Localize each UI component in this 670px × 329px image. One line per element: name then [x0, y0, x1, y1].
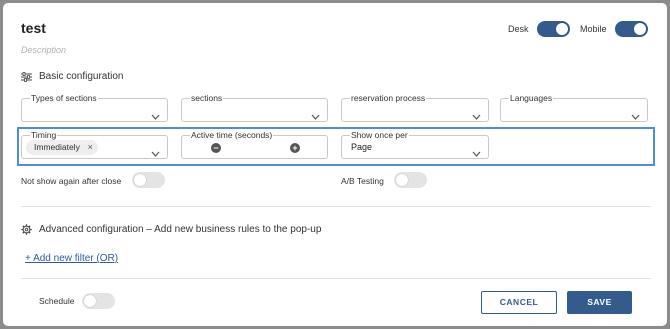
field-label: Active time (seconds) — [190, 129, 274, 141]
active-time-stepper[interactable]: Active time (seconds) − + — [181, 129, 328, 159]
not-show-again-label: Not show again after close — [21, 176, 122, 186]
toggle-knob — [633, 23, 646, 35]
chevron-down-icon — [311, 107, 320, 125]
ab-testing-toggle[interactable] — [394, 172, 427, 188]
types-of-sections-select[interactable]: Types of sections — [21, 92, 168, 125]
desk-toggle[interactable] — [536, 21, 570, 37]
chevron-down-icon — [472, 144, 481, 162]
description-field[interactable]: Description — [21, 45, 66, 55]
reservation-process-select[interactable]: reservation process — [341, 92, 489, 125]
gear-icon — [21, 224, 32, 235]
toggle-knob — [396, 174, 408, 186]
plus-icon[interactable]: + — [290, 143, 300, 153]
ab-testing-label: A/B Testing — [341, 176, 384, 186]
sections-select[interactable]: sections — [181, 92, 328, 125]
languages-select[interactable]: Languages — [500, 92, 648, 125]
timing-chip: Immediately × — [26, 140, 98, 155]
mobile-toggle-group: Mobile — [580, 21, 648, 37]
advanced-configuration-label: Advanced configuration – Add new busines… — [39, 224, 322, 235]
mobile-label: Mobile — [580, 24, 607, 34]
field-label: sections — [190, 92, 224, 104]
chevron-down-icon — [472, 107, 481, 125]
basic-configuration-label: Basic configuration — [39, 71, 124, 82]
save-button[interactable]: SAVE — [567, 291, 632, 314]
toggle-knob — [555, 23, 568, 35]
desk-label: Desk — [508, 24, 529, 34]
chevron-down-icon — [151, 144, 160, 162]
mobile-toggle[interactable] — [614, 21, 648, 37]
sliders-icon — [21, 71, 32, 82]
schedule-toggle[interactable] — [82, 293, 115, 309]
cancel-button[interactable]: CANCEL — [481, 291, 557, 314]
popup-title[interactable]: test — [21, 20, 46, 36]
add-filter-link[interactable]: + Add new filter (OR) — [25, 253, 118, 264]
field-label: Languages — [509, 92, 554, 104]
toggle-knob — [84, 295, 96, 307]
chip-label: Immediately — [34, 142, 80, 152]
section-divider — [21, 278, 651, 279]
section-divider — [21, 206, 651, 207]
chip-remove-icon[interactable]: × — [88, 140, 93, 155]
show-once-per-select[interactable]: Show once per Page — [341, 129, 489, 162]
desk-toggle-group: Desk — [508, 21, 570, 37]
not-show-again-toggle[interactable] — [132, 172, 165, 188]
advanced-configuration-heading: Advanced configuration – Add new busines… — [21, 224, 321, 235]
basic-configuration-heading: Basic configuration — [21, 71, 124, 82]
minus-icon[interactable]: − — [211, 143, 221, 153]
field-label: Types of sections — [30, 92, 98, 104]
select-value: Page — [351, 142, 373, 152]
field-label: Show once per — [350, 129, 409, 141]
toggle-knob — [134, 174, 146, 186]
schedule-label: Schedule — [39, 296, 75, 306]
timing-select[interactable]: Timing Immediately × — [21, 129, 168, 162]
field-label: reservation process — [350, 92, 427, 104]
chevron-down-icon — [631, 107, 640, 125]
chevron-down-icon — [151, 107, 160, 125]
popup-config-panel: test Description Desk Mobile Basic confi… — [3, 3, 667, 326]
